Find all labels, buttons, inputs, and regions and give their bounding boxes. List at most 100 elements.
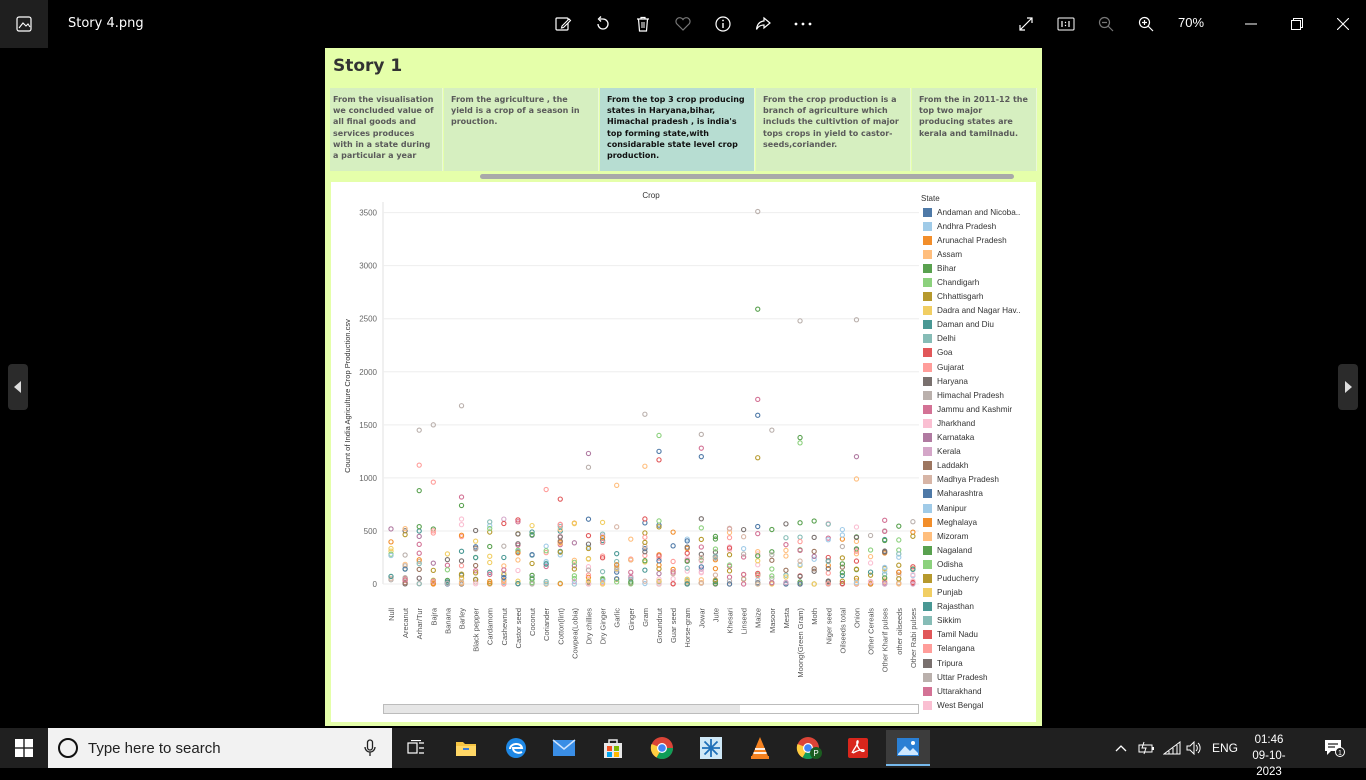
legend-item[interactable]: Chhattisgarh <box>923 290 1035 304</box>
captions-scrollbar[interactable] <box>480 174 1014 179</box>
legend-item[interactable]: Maharashtra <box>923 487 1035 501</box>
scatter-point-highlight[interactable] <box>797 440 803 446</box>
scatter-point[interactable] <box>797 538 803 545</box>
story-point-5[interactable]: From the in 2011-12 the top two major pr… <box>912 88 1037 171</box>
scatter-point[interactable] <box>458 516 465 522</box>
legend-item[interactable]: West Bengal <box>923 698 1035 712</box>
legend-item[interactable]: Chandigarh <box>923 275 1035 289</box>
scatter-point-highlight[interactable] <box>416 487 422 494</box>
scatter-point-highlight[interactable] <box>769 427 775 433</box>
legend-item[interactable]: Tripura <box>923 656 1035 670</box>
scatter-point[interactable] <box>458 563 465 569</box>
scatter-point[interactable] <box>656 570 662 577</box>
scatter-point[interactable] <box>882 517 888 523</box>
scatter-point[interactable] <box>487 559 493 566</box>
wifi-icon[interactable] <box>1163 728 1181 768</box>
scatter-point-highlight[interactable] <box>557 496 563 502</box>
legend-item[interactable]: Arunachal Pradesh <box>923 233 1035 247</box>
more-icon[interactable] <box>791 12 815 36</box>
legend-item[interactable]: Gujarat <box>923 360 1035 374</box>
scatter-point[interactable] <box>726 568 733 574</box>
scatter-point[interactable] <box>684 550 690 556</box>
scatter-point[interactable] <box>416 575 422 581</box>
volume-icon[interactable] <box>1186 728 1202 768</box>
scatter-point[interactable] <box>472 562 479 569</box>
scatter-point[interactable] <box>896 523 902 529</box>
next-image-button[interactable] <box>1338 364 1358 410</box>
scatter-point-highlight[interactable] <box>416 462 422 468</box>
photos-taskbar-icon[interactable] <box>886 730 930 766</box>
scatter-point[interactable] <box>501 516 507 522</box>
show-hidden-icons[interactable] <box>1115 728 1127 768</box>
scatter-point[interactable] <box>811 534 817 541</box>
scatter-point[interactable] <box>656 518 662 524</box>
scatter-point[interactable] <box>698 544 704 550</box>
scatter-point[interactable] <box>501 520 507 527</box>
zoom-out-icon[interactable] <box>1094 12 1118 36</box>
legend-item[interactable]: Uttar Pradesh <box>923 670 1035 684</box>
scatter-point[interactable] <box>642 530 648 536</box>
scatter-point[interactable] <box>444 562 451 568</box>
story-point-4[interactable]: From the crop production is a branch of … <box>756 88 911 171</box>
chrome-icon[interactable] <box>642 732 682 764</box>
legend-item[interactable]: Sikkim <box>923 614 1035 628</box>
scatter-point-highlight[interactable] <box>797 434 803 441</box>
scatter-point-highlight[interactable] <box>458 403 465 409</box>
legend-item[interactable]: Nagaland <box>923 543 1035 557</box>
scatter-point[interactable] <box>839 543 846 550</box>
legend-item[interactable]: Delhi <box>923 332 1035 346</box>
scatter-point[interactable] <box>910 533 916 539</box>
scatter-point[interactable] <box>867 560 874 566</box>
scatter-point[interactable] <box>783 535 789 541</box>
scatter-point[interactable] <box>444 551 451 557</box>
previous-image-button[interactable] <box>8 364 28 410</box>
scatter-point[interactable] <box>642 534 648 540</box>
minimize-icon[interactable] <box>1239 12 1263 36</box>
scatter-point-highlight[interactable] <box>614 482 620 488</box>
scatter-point[interactable] <box>910 519 916 525</box>
legend-item[interactable]: Laddakh <box>923 459 1035 473</box>
scatter-point[interactable] <box>797 534 803 540</box>
info-icon[interactable] <box>711 12 735 36</box>
scatter-point[interactable] <box>614 524 620 530</box>
scatter-point-highlight[interactable] <box>698 445 704 451</box>
mail-icon[interactable] <box>544 732 584 764</box>
scatter-point[interactable] <box>811 518 817 524</box>
legend-item[interactable]: Daman and Diu <box>923 318 1035 332</box>
scatter-point-highlight[interactable] <box>755 412 761 418</box>
legend-item[interactable]: Goa <box>923 346 1035 360</box>
actual-size-icon[interactable] <box>1054 12 1078 36</box>
scatter-point[interactable] <box>472 538 479 544</box>
scatter-point[interactable] <box>614 551 620 557</box>
scatter-point[interactable] <box>501 554 507 561</box>
legend-item[interactable]: Bihar <box>923 261 1035 275</box>
legend-item[interactable]: Telangana <box>923 642 1035 656</box>
scatter-point[interactable] <box>529 522 535 529</box>
scatter-point[interactable] <box>543 543 549 549</box>
scatter-point-highlight[interactable] <box>543 486 549 493</box>
scatter-point[interactable] <box>811 553 817 560</box>
scatter-point[interactable] <box>402 552 408 558</box>
legend-item[interactable]: Odisha <box>923 557 1035 571</box>
story-point-1[interactable]: From the visualisation we concluded valu… <box>330 88 443 171</box>
scatter-point[interactable] <box>740 545 747 552</box>
language-indicator[interactable]: ENG <box>1212 728 1238 768</box>
legend-item[interactable]: Madhya Pradesh <box>923 473 1035 487</box>
taskbar-search[interactable]: Type here to search <box>48 728 392 768</box>
scatter-point-highlight[interactable] <box>585 464 592 470</box>
legend-item[interactable]: Andhra Pradesh <box>923 219 1035 233</box>
legend-item[interactable]: Mizoram <box>923 529 1035 543</box>
scatter-point[interactable] <box>444 556 451 563</box>
legend-item[interactable]: Manipur <box>923 501 1035 515</box>
scatter-point[interactable] <box>740 534 747 540</box>
restore-icon[interactable] <box>1285 12 1309 36</box>
scatter-point[interactable] <box>487 543 493 550</box>
legend-item[interactable]: Haryana <box>923 374 1035 388</box>
scatter-point[interactable] <box>416 541 422 547</box>
scatter-point-highlight[interactable] <box>755 396 761 403</box>
scatter-point-highlight[interactable] <box>656 448 662 455</box>
scatter-point[interactable] <box>670 543 676 549</box>
scatter-point[interactable] <box>599 519 606 526</box>
fullscreen-icon[interactable] <box>1014 12 1038 36</box>
scatter-point-highlight[interactable] <box>656 457 662 463</box>
